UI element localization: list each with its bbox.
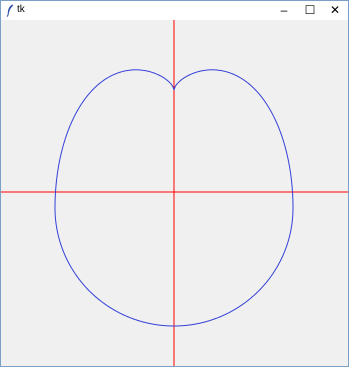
canvas-drawing bbox=[1, 20, 348, 366]
feather-icon bbox=[6, 4, 14, 17]
tk-window: tk – ☐ ✕ bbox=[0, 0, 349, 367]
maximize-icon: ☐ bbox=[304, 3, 316, 17]
drawing-canvas[interactable] bbox=[1, 20, 348, 366]
close-icon: ✕ bbox=[329, 3, 341, 17]
close-button[interactable]: ✕ bbox=[322, 1, 348, 20]
minimize-icon: – bbox=[280, 3, 288, 17]
window-title: tk bbox=[17, 4, 25, 15]
maximize-button[interactable]: ☐ bbox=[297, 1, 323, 20]
minimize-button[interactable]: – bbox=[271, 1, 297, 20]
title-bar[interactable]: tk – ☐ ✕ bbox=[1, 1, 348, 20]
